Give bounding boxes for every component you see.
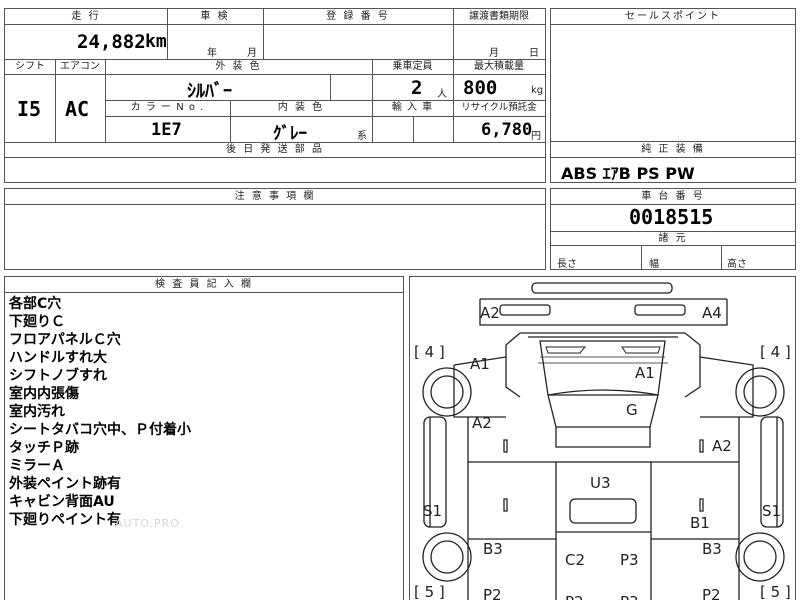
damage-mark: P2 (565, 593, 584, 600)
damage-mark: C2 (565, 551, 586, 569)
mileage-value: 24,882 (77, 31, 146, 53)
inspector-note: フロアパネルＣ穴 (9, 332, 121, 348)
inspector-note: シートタバコ穴中、Ｐ付着小 (9, 422, 191, 438)
recycle-unit: 円 (531, 131, 541, 142)
vehicle-info-table: 走 行 車 検 登 録 番 号 譲渡書類期限 24,882 km 年 月 月 日… (4, 8, 546, 183)
chassis-box: 車 台 番 号 0018515 諸 元 長さ 幅 高さ (550, 188, 796, 270)
inspector-note: 下廻りＣ (9, 314, 65, 330)
inspection-year-label: 年 (207, 48, 217, 59)
interior-color-header: 内 装 色 (277, 102, 325, 113)
max-load-header: 最大積載量 (474, 61, 524, 72)
later-parts-header: 後 日 発 送 部 品 (226, 144, 324, 155)
transfer-deadline-header: 譲渡書類期限 (469, 11, 529, 22)
recycle-value: 6,780 (481, 120, 533, 140)
registration-header: 登 録 番 号 (326, 11, 390, 22)
equipment-header: 純 正 装 備 (641, 144, 705, 155)
capacity-header: 乗車定員 (392, 61, 433, 72)
mileage-unit: km (145, 31, 167, 52)
recycle-header: リサイクル預託金 (461, 102, 537, 113)
damage-mark: S1 (762, 502, 782, 520)
damage-mark: B3 (702, 540, 722, 558)
damage-mark: P3 (620, 551, 639, 569)
shift-value: I5 (17, 97, 42, 121)
damage-mark: S1 (423, 502, 443, 520)
damage-mark: A1 (470, 355, 490, 373)
tire-count-rear-right: [ 5 ] (760, 583, 791, 600)
damage-mark: P2 (483, 586, 502, 600)
damage-mark: B3 (483, 540, 503, 558)
color-no-value: 1E7 (151, 120, 182, 140)
inspector-note: 室内汚れ (9, 404, 65, 420)
chassis-header: 車 台 番 号 (641, 191, 705, 202)
damage-mark: A1 (635, 364, 655, 382)
damage-mark: B1 (690, 514, 710, 532)
inspector-note: タッチＰ跡 (9, 440, 79, 456)
sales-point-header: セールスポイント (625, 11, 721, 22)
inspector-note: 各部C穴 (9, 296, 62, 312)
capacity-unit: 人 (437, 89, 447, 100)
inspector-header: 検 査 員 記 入 欄 (155, 279, 253, 290)
tire-count-front-left: [ 4 ] (414, 343, 445, 361)
inspector-notes-box: 検 査 員 記 入 欄 各部C穴 下廻りＣ フロアパネルＣ穴 ハンドルすれ大 シ… (4, 276, 404, 600)
equipment-value: ABS ｴｱB PS PW (561, 164, 695, 183)
height-label: 高さ (727, 259, 747, 270)
damage-mark: A2 (480, 304, 500, 322)
import-header: 輸 入 車 (391, 102, 434, 113)
vehicle-diagram-box: [ 4 ] [ 4 ] [ 5 ] [ 5 ] A2 A4 A1 A1 G A2… (409, 276, 796, 600)
caution-box: 注 意 事 項 欄 (4, 188, 546, 270)
inspector-note: 室内内張傷 (9, 386, 79, 402)
exterior-color-header: 外 装 色 (215, 61, 262, 72)
damage-mark: U3 (590, 474, 611, 492)
length-label: 長さ (557, 259, 577, 270)
inspector-note: ミラーＡ (9, 458, 65, 474)
chassis-number-value: 0018515 (629, 205, 714, 229)
transfer-month-label: 月 (489, 48, 499, 59)
mileage-header: 走 行 (71, 11, 101, 22)
inspector-note: 外装ペイント跡有 (9, 476, 121, 492)
sales-point-box: セールスポイント (550, 8, 796, 142)
damage-mark: A2 (712, 437, 732, 455)
watermark-text: AUTO.PRO (115, 517, 180, 530)
damage-mark: P2 (702, 586, 721, 600)
max-load-value: 800 (463, 77, 498, 99)
damage-mark: G (626, 401, 638, 419)
inspector-note: ハンドルすれ大 (9, 350, 107, 366)
damage-mark: P3 (620, 593, 639, 600)
color-no-header: カ ラ ー N o . (130, 102, 205, 113)
inspection-header: 車 検 (200, 11, 230, 22)
damage-mark: A2 (472, 414, 492, 432)
inspector-notes-list: 各部C穴 下廻りＣ フロアパネルＣ穴 ハンドルすれ大 シフトノブすれ 室内内張傷… (9, 295, 191, 529)
inspector-note: シフトノブすれ (9, 368, 107, 384)
capacity-value: 2 (411, 77, 423, 99)
ac-value: AC (65, 97, 90, 121)
caution-header: 注 意 事 項 欄 (234, 191, 316, 202)
inspection-month-label: 月 (247, 48, 257, 59)
damage-mark: A4 (702, 304, 722, 322)
inspector-note: キャビン背面AU (9, 494, 115, 510)
shift-header: シフト (15, 61, 45, 72)
equipment-box: 純 正 装 備 ABS ｴｱB PS PW (550, 141, 796, 183)
width-label: 幅 (649, 259, 659, 270)
exterior-color-value: ｼﾙﾊﾞｰ (187, 81, 232, 102)
transfer-day-label: 日 (529, 48, 539, 59)
interior-color-suffix: 系 (357, 131, 367, 142)
tire-count-front-right: [ 4 ] (760, 343, 791, 361)
tire-count-rear-left: [ 5 ] (414, 583, 445, 600)
truck-outline-diagram (422, 282, 785, 600)
ac-header: エアコン (60, 61, 100, 72)
interior-color-value: ｸﾞﾚｰ (273, 124, 307, 144)
max-load-unit: kg (531, 85, 544, 96)
dimensions-header: 諸 元 (658, 233, 688, 244)
